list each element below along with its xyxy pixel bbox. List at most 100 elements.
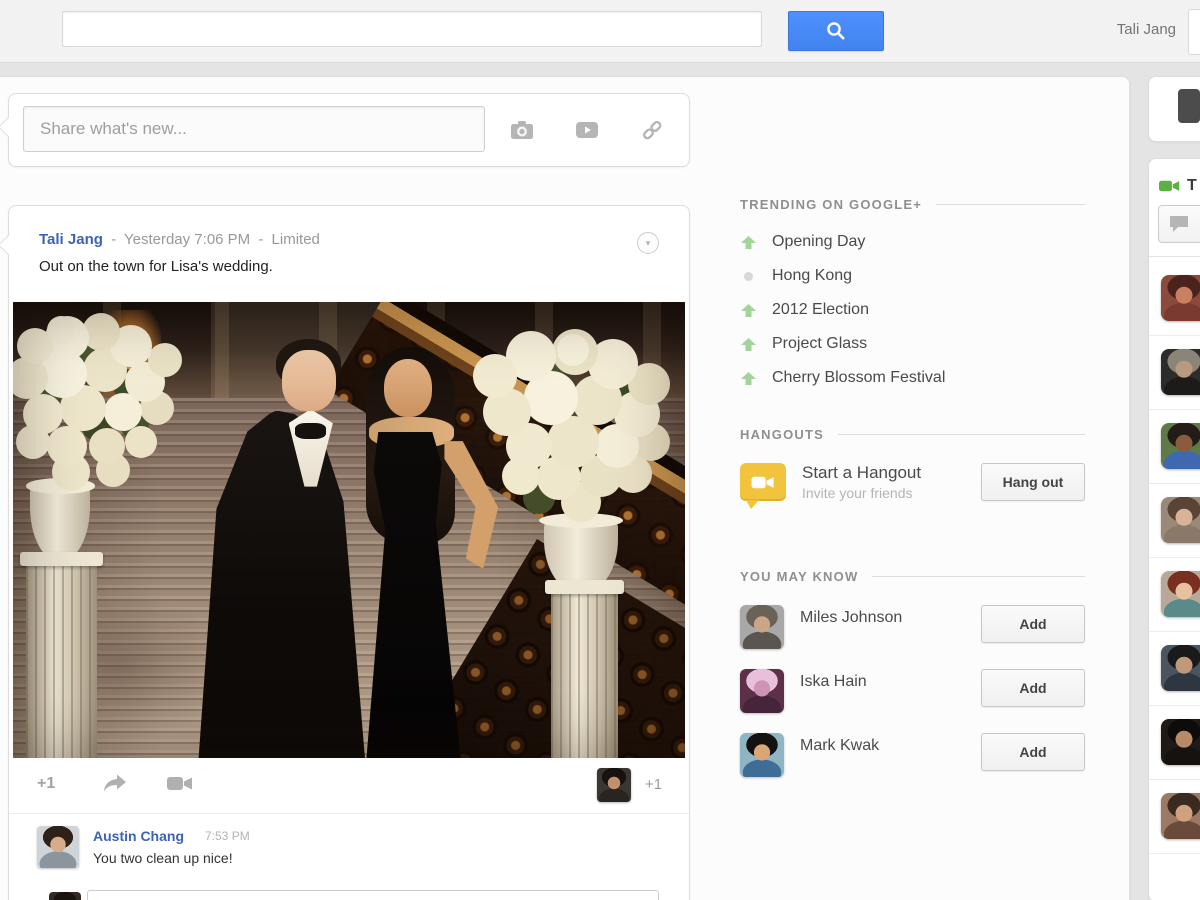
contact-avatar[interactable] [1161, 349, 1200, 395]
add-person-button[interactable]: Add [981, 669, 1085, 707]
person-avatar[interactable] [740, 669, 784, 713]
search-button[interactable] [788, 11, 884, 51]
comment-text: You two clean up nice! [93, 850, 233, 866]
chat-button[interactable] [1158, 205, 1200, 243]
add-person-button[interactable]: Add [981, 605, 1085, 643]
post-divider [9, 813, 689, 814]
trending-item[interactable]: 2012 Election [740, 293, 1085, 327]
trend-up-icon [740, 304, 756, 317]
chat-contact[interactable] [1149, 779, 1200, 854]
chat-bubble-icon [1169, 215, 1189, 233]
share-button[interactable] [103, 774, 127, 799]
chat-contact[interactable] [1149, 483, 1200, 558]
camera-icon [509, 117, 535, 143]
trending-item[interactable]: Hong Kong [740, 259, 1085, 293]
you-may-know-rule [872, 576, 1085, 577]
topbar-user-name[interactable]: Tali Jang [1068, 21, 1176, 38]
hang-out-button[interactable]: Hang out [981, 463, 1085, 501]
suggested-person-row: Mark Kwak Add [740, 733, 1085, 777]
hangouts-header: HANGOUTS [740, 425, 1085, 443]
you-may-know-header: YOU MAY KNOW [740, 567, 1085, 585]
chat-roster-panel: T [1148, 158, 1200, 900]
trend-up-icon [740, 338, 756, 351]
contact-avatar[interactable] [1161, 571, 1200, 617]
post-card: Tali Jang - Yesterday 7:06 PM - Limited … [8, 205, 690, 900]
post-photo[interactable] [13, 302, 685, 758]
contact-avatar[interactable] [1161, 423, 1200, 469]
photo-vignette [13, 302, 685, 758]
hangout-bubble-icon [740, 463, 786, 501]
contact-avatar[interactable] [1161, 719, 1200, 765]
add-video-button[interactable] [572, 115, 602, 145]
trending-item[interactable]: Opening Day [740, 225, 1085, 259]
post-header: Tali Jang - Yesterday 7:06 PM - Limited [39, 231, 320, 248]
person-avatar[interactable] [740, 733, 784, 777]
plus-one-button[interactable]: +1 [37, 775, 55, 793]
chat-contact[interactable] [1149, 409, 1200, 484]
contact-avatar[interactable] [1161, 793, 1200, 839]
hangout-heading: Start a Hangout [802, 463, 921, 483]
hangout-subheading: Invite your friends [802, 485, 921, 501]
hangout-action-button[interactable] [167, 775, 193, 797]
post-action-bar: +1 +1 [9, 758, 689, 814]
hangouts-rule [838, 434, 1085, 435]
post-text: Out on the town for Lisa's wedding. [39, 258, 273, 275]
plus-one-avatar[interactable] [597, 768, 631, 802]
roster-header: T [1159, 177, 1197, 195]
share-arrow-icon [103, 774, 127, 794]
contact-avatar[interactable] [1161, 645, 1200, 691]
trending-item[interactable]: Cherry Blossom Festival [740, 361, 1085, 395]
trending-header: TRENDING ON GOOGLE+ [740, 195, 1085, 213]
post-options-button[interactable]: ▾ [637, 232, 659, 254]
chat-contact[interactable] [1149, 261, 1200, 336]
chat-contact[interactable] [1149, 335, 1200, 410]
video-camera-icon [167, 775, 193, 792]
add-photo-button[interactable] [507, 115, 537, 145]
add-link-button[interactable] [637, 115, 667, 145]
notification-card[interactable] [1148, 76, 1200, 142]
chat-contact[interactable] [1149, 705, 1200, 780]
comment-input-avatar [49, 892, 81, 900]
share-input[interactable] [23, 106, 485, 152]
comment-time: 7:53 PM [205, 829, 250, 843]
plus-one-count: +1 [645, 776, 662, 793]
person-name[interactable]: Mark Kwak [800, 737, 879, 755]
comment-author-link[interactable]: Austin Chang [93, 828, 184, 844]
hangout-row: Start a Hangout Invite your friends Hang… [740, 463, 1085, 511]
contact-avatar[interactable] [1161, 497, 1200, 543]
search-input[interactable] [62, 11, 762, 47]
comment-input[interactable] [87, 890, 659, 900]
person-name[interactable]: Iska Hain [800, 673, 867, 691]
right-sidebar: TRENDING ON GOOGLE+ Opening Day Hong Kon… [740, 195, 1085, 777]
comment-avatar[interactable] [37, 826, 79, 868]
contact-avatar[interactable] [1161, 275, 1200, 321]
add-person-button[interactable]: Add [981, 733, 1085, 771]
person-avatar[interactable] [740, 605, 784, 649]
hangouts-title: HANGOUTS [740, 427, 824, 442]
roster-divider [1149, 256, 1200, 257]
post-author-link[interactable]: Tali Jang [39, 231, 103, 248]
post-separator: - [258, 231, 263, 248]
chat-contact[interactable] [1149, 557, 1200, 632]
suggested-person-row: Miles Johnson Add [740, 605, 1085, 649]
person-name[interactable]: Miles Johnson [800, 609, 902, 627]
share-box [8, 93, 690, 167]
trend-flat-icon [740, 272, 756, 281]
green-video-camera-icon [1159, 179, 1180, 193]
you-may-know-title: YOU MAY KNOW [740, 569, 858, 584]
search-icon [824, 19, 848, 43]
roster-header-label: T [1187, 177, 1197, 195]
chat-contact[interactable] [1149, 631, 1200, 706]
topbar-avatar[interactable] [1188, 9, 1200, 55]
trend-up-icon [740, 236, 756, 249]
hangout-texts: Start a Hangout Invite your friends [802, 463, 921, 501]
trending-item[interactable]: Project Glass [740, 327, 1085, 361]
trending-list: Opening Day Hong Kong 2012 Election Proj… [740, 225, 1085, 395]
video-icon [574, 117, 600, 143]
trend-up-icon [740, 372, 756, 385]
video-camera-icon [751, 475, 775, 490]
trending-title: TRENDING ON GOOGLE+ [740, 197, 922, 212]
chevron-down-icon: ▾ [646, 238, 651, 249]
post-separator: - [111, 231, 116, 248]
post-audience: Limited [272, 231, 320, 248]
